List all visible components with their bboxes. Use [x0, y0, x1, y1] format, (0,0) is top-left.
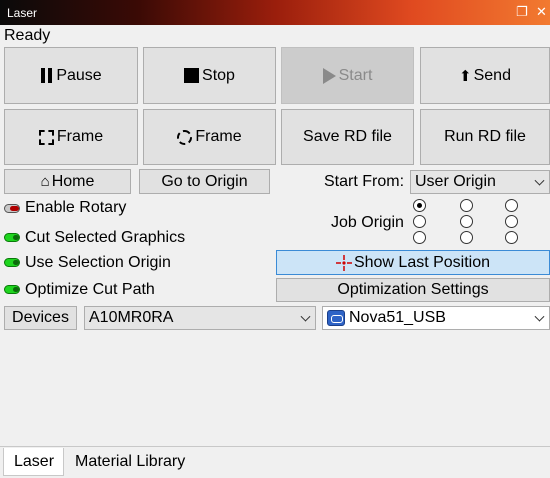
toggle-knob: [10, 206, 19, 211]
frame-circle-button[interactable]: Frame: [143, 109, 276, 165]
cut-selected-graphics-toggle[interactable]: [4, 233, 20, 242]
status-text: Ready: [4, 27, 51, 44]
frame-rect-label: Frame: [56, 128, 104, 145]
start-button[interactable]: Start: [281, 47, 414, 104]
cut-selected-graphics-label: Cut Selected Graphics: [25, 229, 186, 246]
start-from-select[interactable]: User Origin: [410, 170, 550, 194]
devices-label: Devices: [12, 309, 69, 326]
crosshair-icon: [335, 254, 352, 271]
start-from-label: Start From:: [324, 173, 405, 190]
job-origin-radio-middle-right[interactable]: [505, 215, 518, 228]
home-button[interactable]: ⌂ Home: [4, 169, 131, 194]
tab-material-library[interactable]: Material Library: [65, 448, 195, 476]
enable-rotary-label: Enable Rotary: [25, 199, 127, 216]
window-titlebar: Laser ❐ ✕: [0, 0, 550, 25]
tab-material-library-label: Material Library: [75, 453, 186, 470]
show-last-position-button[interactable]: Show Last Position: [276, 250, 550, 275]
upload-arrow-icon: ⬆: [459, 67, 472, 85]
device-select-value: A10MR0RA: [89, 309, 174, 326]
close-icon[interactable]: ✕: [536, 4, 547, 20]
restore-icon[interactable]: ❐: [516, 4, 528, 20]
job-origin-radio-top-center[interactable]: [460, 199, 473, 212]
optimization-settings-label: Optimization Settings: [337, 281, 489, 298]
run-rd-button[interactable]: Run RD file: [420, 109, 550, 165]
start-from-value: User Origin: [415, 173, 496, 190]
port-select-value: Nova51_USB: [349, 309, 446, 326]
frame-circle-icon: [177, 129, 193, 145]
stop-button[interactable]: Stop: [143, 47, 276, 104]
window-title: Laser: [7, 6, 38, 20]
toggle-knob: [13, 287, 19, 292]
start-label: Start: [338, 66, 373, 84]
tab-laser-label: Laser: [14, 452, 55, 470]
pause-label: Pause: [56, 66, 102, 84]
job-origin-radio-bottom-right[interactable]: [505, 231, 518, 244]
frame-rectangle-icon: [38, 129, 54, 145]
optimize-cut-path-label: Optimize Cut Path: [25, 281, 155, 298]
use-selection-origin-toggle[interactable]: [4, 258, 20, 267]
frame-rect-button[interactable]: Frame: [4, 109, 138, 165]
job-origin-radio-middle-center[interactable]: [460, 215, 473, 228]
go-to-origin-label: Go to Origin: [161, 172, 248, 190]
home-icon: ⌂: [40, 173, 50, 190]
pause-button[interactable]: Pause: [4, 47, 138, 104]
job-origin-radio-middle-left[interactable]: [413, 215, 426, 228]
job-origin-radio-bottom-center[interactable]: [460, 231, 473, 244]
show-last-position-label: Show Last Position: [353, 253, 491, 271]
stop-label: Stop: [202, 66, 235, 84]
chevron-down-icon: [534, 311, 545, 322]
optimize-cut-path-toggle[interactable]: [4, 285, 20, 294]
enable-rotary-toggle[interactable]: [4, 204, 20, 213]
play-icon: [322, 67, 336, 84]
job-origin-radio-top-left[interactable]: [413, 199, 426, 212]
job-origin-radio-top-right[interactable]: [505, 199, 518, 212]
use-selection-origin-label: Use Selection Origin: [25, 254, 171, 271]
send-label: Send: [473, 66, 511, 84]
job-origin-label: Job Origin: [331, 214, 404, 231]
home-label: Home: [51, 172, 95, 190]
run-rd-label: Run RD file: [444, 128, 526, 145]
port-select[interactable]: Nova51_USB: [322, 306, 550, 330]
usb-port-icon: [327, 310, 345, 326]
device-select[interactable]: A10MR0RA: [84, 306, 316, 330]
chevron-down-icon: [300, 311, 311, 322]
send-button[interactable]: ⬆ Send: [420, 47, 550, 104]
panel-tabbar: Laser Material Library: [0, 446, 550, 478]
go-to-origin-button[interactable]: Go to Origin: [139, 169, 270, 194]
frame-circle-label: Frame: [195, 128, 242, 145]
pause-icon: [40, 68, 53, 83]
save-rd-label: Save RD file: [303, 128, 392, 145]
toggle-knob: [13, 235, 19, 240]
save-rd-button[interactable]: Save RD file: [281, 109, 414, 165]
tab-laser[interactable]: Laser: [3, 448, 64, 476]
devices-button[interactable]: Devices: [4, 306, 77, 330]
stop-icon: [184, 68, 200, 83]
toggle-knob: [13, 260, 19, 265]
optimization-settings-button[interactable]: Optimization Settings: [276, 278, 550, 302]
chevron-down-icon: [534, 175, 545, 186]
job-origin-radio-bottom-left[interactable]: [413, 231, 426, 244]
